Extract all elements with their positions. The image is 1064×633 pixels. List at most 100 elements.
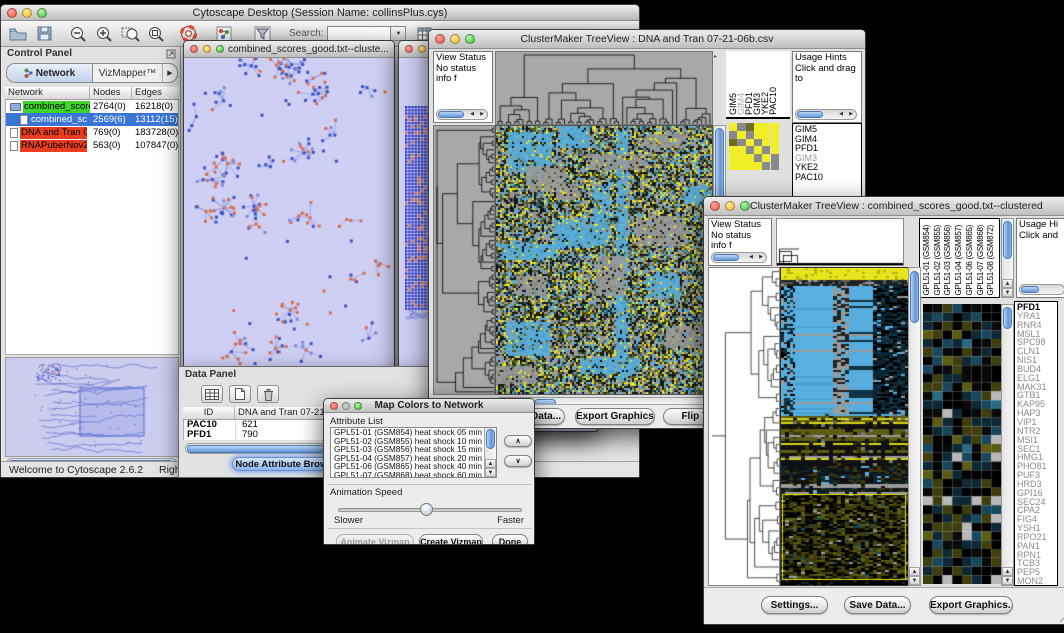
close-button[interactable] <box>710 201 720 211</box>
scroll-down-arrow[interactable]: ▼ <box>1002 576 1013 585</box>
zoom-button[interactable] <box>37 8 47 18</box>
matrix-cell[interactable] <box>754 123 762 131</box>
treeview1-similarity-matrix[interactable] <box>729 123 779 170</box>
matrix-cell[interactable] <box>754 131 762 139</box>
minimize-button[interactable] <box>22 8 32 18</box>
move-down-button[interactable]: ∨ <box>504 455 532 467</box>
treeview1-column-dendrogram[interactable] <box>495 51 713 125</box>
close-button[interactable] <box>190 45 198 53</box>
matrix-cell[interactable] <box>746 139 754 147</box>
treeview2-heatmap[interactable] <box>780 267 909 586</box>
zoom-button[interactable] <box>216 45 224 53</box>
col-header-nodes[interactable]: Nodes <box>90 87 132 100</box>
node-attribute-browser-tab[interactable]: Node Attribute Brows <box>232 457 336 471</box>
animation-speed-slider-thumb[interactable] <box>420 503 433 516</box>
network-overview-canvas[interactable] <box>5 357 179 457</box>
network-view-titlebar[interactable]: combined_scores_good.txt--cluste... <box>184 41 394 58</box>
matrix-cell[interactable] <box>746 154 754 162</box>
matrix-cell[interactable] <box>729 131 737 139</box>
treeview2-column-dendrogram[interactable] <box>776 218 904 266</box>
data-panel-hscroll-thumb[interactable] <box>187 445 325 453</box>
scroll-thumb[interactable] <box>1021 286 1039 293</box>
treeview2-heatmap-vscrollbar[interactable]: ▲ ▼ <box>908 267 921 586</box>
scroll-thumb[interactable] <box>1003 221 1012 259</box>
export-graphics-button[interactable]: Export Graphics... <box>929 596 1013 614</box>
matrix-cell[interactable] <box>746 146 754 154</box>
matrix-cell[interactable] <box>754 139 762 147</box>
matrix-cell[interactable] <box>729 162 737 170</box>
view-status-hscrollbar[interactable]: ◀ ▶ <box>711 252 767 263</box>
matrix-cell[interactable] <box>762 123 770 131</box>
scroll-right-arrow[interactable]: ▶ <box>756 253 766 262</box>
matrix-cell[interactable] <box>762 131 770 139</box>
scroll-thumb[interactable] <box>715 128 724 200</box>
zoom-button[interactable] <box>465 34 475 44</box>
scroll-up-arrow[interactable]: ▲ <box>485 459 496 468</box>
scroll-up-arrow[interactable]: ▲ <box>1002 567 1013 576</box>
col-header-network[interactable]: Network <box>5 87 90 100</box>
minimize-button[interactable] <box>203 45 211 53</box>
zoom-in-button[interactable] <box>93 24 115 44</box>
treeview2-labels-vscrollbar[interactable]: ▲ ▼ <box>1001 218 1014 298</box>
scroll-right-arrow[interactable]: ▶ <box>477 110 487 119</box>
move-up-button[interactable]: ∧ <box>504 435 532 447</box>
close-button[interactable] <box>330 402 338 410</box>
matrix-cell[interactable] <box>737 146 745 154</box>
treeview2-gene-list[interactable]: PFD1YRA1RNR4MSL1SPC98CLN1NIS1BUD4ELG1MAK… <box>1014 301 1058 586</box>
scroll-left-arrow[interactable]: ◀ <box>836 110 846 119</box>
view-status-hscrollbar[interactable]: ◀ ▶ <box>436 109 488 120</box>
network-tree-row[interactable]: combined_sco2569(6)13112(15) <box>6 113 178 126</box>
scroll-thumb[interactable] <box>1003 307 1012 329</box>
attribute-list-vscrollbar[interactable]: ▲ ▼ <box>484 428 496 477</box>
tab-vizmapper[interactable]: VizMapper™ <box>93 64 162 82</box>
attribute-list[interactable]: GPL51-01 (GSM854) heat shock 05 minGPL51… <box>330 427 497 478</box>
map-dialog-titlebar[interactable]: Map Colors to Network <box>324 399 534 413</box>
scroll-thumb[interactable] <box>797 111 823 118</box>
scroll-left-arrow[interactable]: ◀ <box>467 110 477 119</box>
float-panel-icon[interactable] <box>166 49 176 59</box>
treeview2-zoom-heatmap[interactable] <box>923 304 1001 584</box>
matrix-cell[interactable] <box>754 154 762 162</box>
matrix-cell[interactable] <box>762 162 770 170</box>
create-vizmap-button[interactable]: Create Vizmap <box>419 534 483 544</box>
matrix-cell[interactable] <box>771 139 779 147</box>
matrix-cell[interactable] <box>737 123 745 131</box>
matrix-cell[interactable] <box>746 131 754 139</box>
zoom-fit-button[interactable] <box>145 24 167 44</box>
zoom-out-button[interactable] <box>67 24 89 44</box>
tab-network[interactable]: Network <box>7 64 93 82</box>
network-tree-row[interactable]: RNAPuberNov2+|563(0)107847(0) <box>6 139 178 152</box>
delete-attribute-button[interactable] <box>257 385 279 403</box>
matrix-cell[interactable] <box>746 162 754 170</box>
attribute-list-item[interactable]: GPL51-07 (GSM868) heat shock 60 min <box>332 471 482 478</box>
matrix-cell[interactable] <box>746 123 754 131</box>
save-data-button[interactable]: Save Data... <box>844 596 911 614</box>
minimize-button[interactable] <box>418 45 426 53</box>
col-header-edges[interactable]: Edges <box>132 87 179 100</box>
usage-hints-hscrollbar[interactable]: ◀ ▶ <box>795 109 857 120</box>
matrix-cell[interactable] <box>754 162 762 170</box>
minimize-button[interactable] <box>450 34 460 44</box>
scroll-down-arrow[interactable]: ▼ <box>909 576 920 585</box>
resize-grip[interactable] <box>1059 611 1064 623</box>
matrix-cell[interactable] <box>737 162 745 170</box>
settings-button[interactable]: Settings... <box>761 596 828 614</box>
matrix-cell[interactable] <box>754 146 762 154</box>
search-dropdown-button[interactable]: ▼ <box>391 26 406 41</box>
usage-hints-hscrollbar[interactable] <box>1019 284 1064 295</box>
treeview1-titlebar[interactable]: ClusterMaker TreeView : DNA and Tran 07-… <box>429 30 865 49</box>
scroll-thumb[interactable] <box>713 254 739 261</box>
new-attribute-button[interactable] <box>229 385 251 403</box>
scroll-up-arrow[interactable]: ▲ <box>909 567 920 576</box>
select-attributes-button[interactable] <box>201 385 223 403</box>
treeview1-row-dendrogram[interactable] <box>433 125 495 395</box>
matrix-cell[interactable] <box>729 123 737 131</box>
matrix-cell[interactable] <box>762 154 770 162</box>
search-input[interactable] <box>327 26 391 41</box>
matrix-cell[interactable] <box>771 146 779 154</box>
zoom-button[interactable] <box>354 402 362 410</box>
tab-overflow-button[interactable]: ▶ <box>162 64 177 82</box>
close-button[interactable] <box>405 45 413 53</box>
matrix-cell[interactable] <box>737 131 745 139</box>
network-graph-canvas[interactable] <box>184 58 394 369</box>
